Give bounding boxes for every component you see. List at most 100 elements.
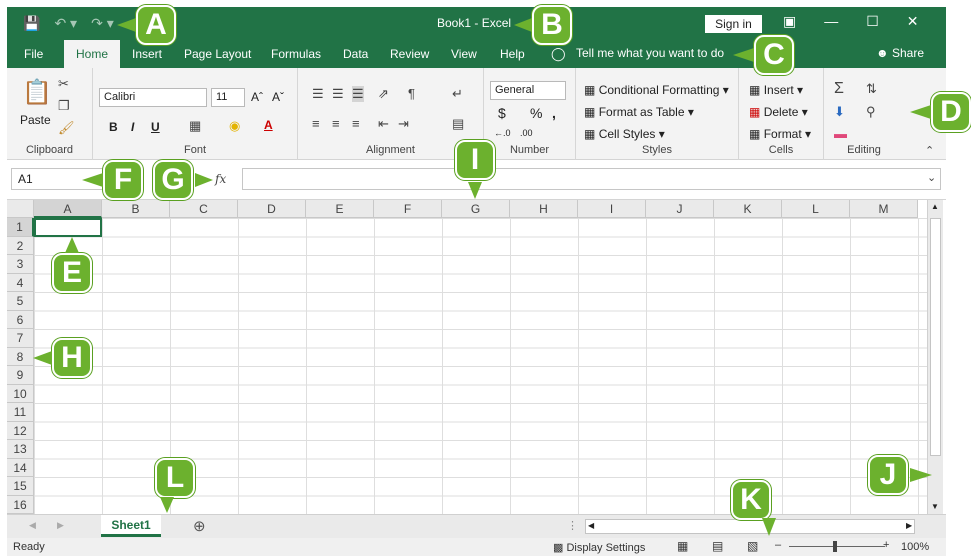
insert-cells-button[interactable]: ▦ Insert ▾ <box>749 83 803 97</box>
display-settings-button[interactable]: ▩ Display Settings <box>553 541 645 554</box>
split-handle-icon[interactable]: ⋮ <box>567 519 578 532</box>
row-header-8[interactable]: 8 <box>7 347 34 366</box>
column-header-l[interactable]: L <box>782 200 850 218</box>
format-cells-button[interactable]: ▦ Format ▾ <box>749 127 811 141</box>
clear-icon[interactable]: ▬ <box>834 126 847 141</box>
font-color-button[interactable]: A <box>264 118 273 132</box>
tab-data[interactable]: Data <box>343 40 368 68</box>
scroll-down-icon[interactable]: ▼ <box>931 502 939 511</box>
find-select-icon[interactable]: ⚲ <box>866 104 876 120</box>
increase-decimal-button[interactable]: ←.0 <box>494 128 511 138</box>
column-header-b[interactable]: B <box>102 200 170 218</box>
row-header-16[interactable]: 16 <box>7 495 34 514</box>
copy-icon[interactable]: ❐ <box>58 98 70 114</box>
tab-formulas[interactable]: Formulas <box>271 40 321 68</box>
insert-function-icon[interactable]: fx <box>215 172 226 186</box>
collapse-ribbon-icon[interactable]: ⌃ <box>925 144 934 157</box>
new-sheet-icon[interactable]: ⊕ <box>193 517 206 535</box>
row-header-12[interactable]: 12 <box>7 421 34 440</box>
autosum-icon[interactable]: Σ <box>834 80 844 98</box>
column-header-h[interactable]: H <box>510 200 578 218</box>
row-header-6[interactable]: 6 <box>7 310 34 329</box>
scroll-left-icon[interactable]: ◀ <box>588 521 594 530</box>
top-align-icon[interactable]: ☰ <box>312 86 324 102</box>
sheet-tab-sheet1[interactable]: Sheet1 <box>101 515 161 537</box>
column-header-m[interactable]: M <box>850 200 918 218</box>
select-all-corner[interactable] <box>7 200 34 218</box>
grow-font-button[interactable]: Aˆ <box>251 90 263 104</box>
tab-view[interactable]: View <box>451 40 477 68</box>
percent-button[interactable]: % <box>530 105 542 121</box>
row-header-15[interactable]: 15 <box>7 477 34 496</box>
zoom-slider-thumb[interactable] <box>833 541 837 552</box>
decrease-decimal-button[interactable]: .00 <box>520 128 533 138</box>
vertical-scrollbar[interactable]: ▲ ▼ <box>927 200 943 514</box>
fill-color-icon[interactable]: ◉ <box>229 118 240 134</box>
row-header-7[interactable]: 7 <box>7 329 34 348</box>
tab-help[interactable]: Help <box>500 40 525 68</box>
row-header-10[interactable]: 10 <box>7 384 34 403</box>
row-header-5[interactable]: 5 <box>7 292 34 311</box>
conditional-formatting-button[interactable]: ▦ Conditional Formatting ▾ <box>584 83 729 97</box>
align-left-icon[interactable]: ≡ <box>312 116 320 131</box>
bottom-align-icon[interactable]: ☰ <box>352 86 364 102</box>
row-header-14[interactable]: 14 <box>7 458 34 477</box>
font-size-select[interactable]: 11 <box>211 88 245 107</box>
fill-icon[interactable]: ⬇ <box>834 104 845 120</box>
decrease-indent-icon[interactable]: ⇤ <box>378 116 389 132</box>
tab-home[interactable]: Home <box>64 40 121 68</box>
row-header-4[interactable]: 4 <box>7 273 34 292</box>
share-button[interactable]: ☻ Share <box>876 46 924 60</box>
column-header-k[interactable]: K <box>714 200 782 218</box>
merge-center-icon[interactable]: ▤ <box>452 116 464 132</box>
paste-icon[interactable]: 📋 <box>22 78 52 107</box>
row-header-11[interactable]: 11 <box>7 403 34 422</box>
prev-sheet-icon[interactable]: ◀ <box>29 520 36 531</box>
column-header-c[interactable]: C <box>170 200 238 218</box>
row-header-2[interactable]: 2 <box>7 236 34 255</box>
close-icon[interactable]: ✕ <box>907 13 919 30</box>
save-icon[interactable]: 💾 <box>23 15 40 32</box>
column-header-j[interactable]: J <box>646 200 714 218</box>
delete-cells-button[interactable]: ▦ Delete ▾ <box>749 105 808 119</box>
row-header-1[interactable]: 1 <box>7 218 34 237</box>
column-header-g[interactable]: G <box>442 200 510 218</box>
middle-align-icon[interactable]: ☰ <box>332 86 344 102</box>
number-format-select[interactable]: General <box>490 81 566 100</box>
underline-button[interactable]: U <box>151 120 160 134</box>
zoom-in-icon[interactable]: + <box>883 539 889 551</box>
tab-review[interactable]: Review <box>390 40 429 68</box>
tell-me-box[interactable]: Tell me what you want to do <box>576 46 724 60</box>
orientation-icon[interactable]: ⇗ <box>378 86 389 102</box>
ribbon-display-icon[interactable]: ▣ <box>783 13 796 30</box>
column-header-i[interactable]: I <box>578 200 646 218</box>
horizontal-scrollbar[interactable]: ◀ ▶ <box>585 519 915 534</box>
shrink-font-button[interactable]: Aˇ <box>272 90 284 104</box>
undo-icon[interactable]: ↶ ▾ <box>54 15 77 32</box>
row-header-9[interactable]: 9 <box>7 366 34 385</box>
borders-icon[interactable]: ▦ <box>189 118 201 134</box>
column-header-a[interactable]: A <box>34 200 102 218</box>
currency-button[interactable]: $ <box>498 105 506 121</box>
maximize-icon[interactable]: ☐ <box>866 13 879 30</box>
cell-styles-button[interactable]: ▦ Cell Styles ▾ <box>584 127 665 141</box>
page-break-view-icon[interactable]: ▧ <box>747 539 758 553</box>
format-painter-icon[interactable]: 🖌 <box>58 120 75 136</box>
italic-button[interactable]: I <box>131 120 134 134</box>
sort-filter-icon[interactable]: ⇅ <box>866 81 877 97</box>
comma-button[interactable]: , <box>552 105 556 121</box>
next-sheet-icon[interactable]: ▶ <box>57 520 64 531</box>
expand-formula-icon[interactable]: ⌄ <box>927 171 936 184</box>
sign-in-button[interactable]: Sign in <box>705 15 762 33</box>
redo-icon[interactable]: ↷ ▾ <box>91 15 114 32</box>
format-as-table-button[interactable]: ▦ Format as Table ▾ <box>584 105 694 119</box>
formula-input[interactable] <box>242 168 941 190</box>
cut-icon[interactable]: ✂ <box>58 76 69 92</box>
font-name-select[interactable]: Calibri <box>99 88 207 107</box>
row-header-3[interactable]: 3 <box>7 255 34 274</box>
zoom-level[interactable]: 100% <box>901 541 929 553</box>
scroll-right-icon[interactable]: ▶ <box>906 521 912 530</box>
page-layout-view-icon[interactable]: ▤ <box>712 539 723 553</box>
tab-file[interactable]: File <box>24 40 43 68</box>
zoom-out-icon[interactable]: – <box>775 539 781 551</box>
